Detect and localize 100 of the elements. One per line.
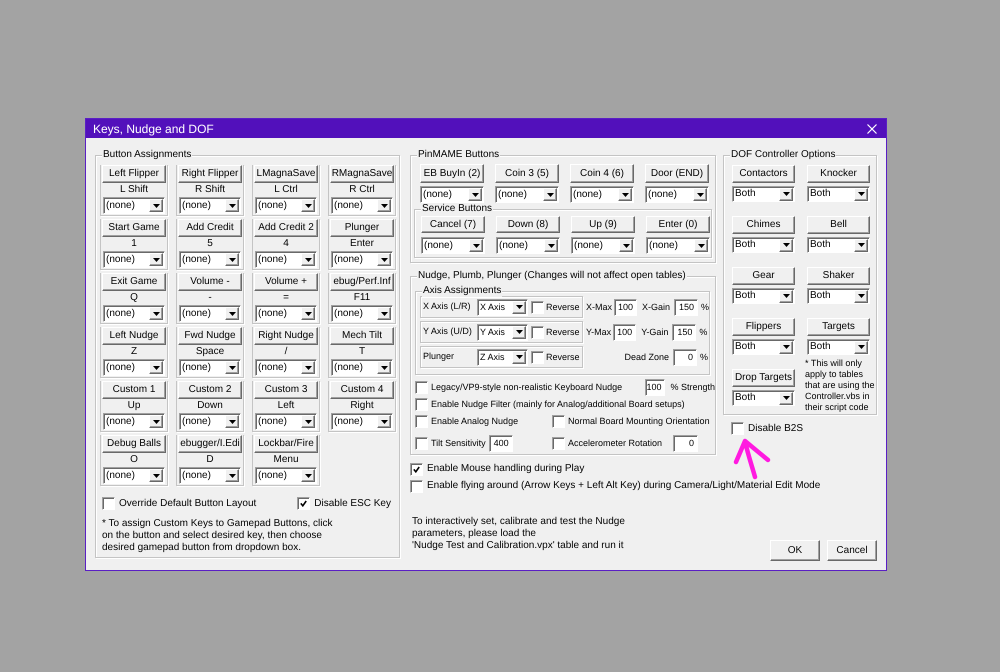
number-field[interactable]: 400 xyxy=(488,435,513,452)
dropdown[interactable]: (none) xyxy=(179,197,241,214)
assignment-button[interactable]: Debug Balls xyxy=(102,435,166,453)
dropdown[interactable]: Both xyxy=(807,186,870,202)
dropdown[interactable]: (none) xyxy=(179,305,241,322)
dropdown[interactable]: (none) xyxy=(179,359,241,376)
number-field[interactable]: 100 xyxy=(645,379,666,396)
checkbox[interactable] xyxy=(552,415,565,428)
dropdown[interactable]: Both xyxy=(732,390,795,406)
pinmame-button[interactable]: Door (END) xyxy=(645,164,709,183)
checkbox[interactable] xyxy=(102,497,115,510)
assignment-button[interactable]: Plunger xyxy=(330,219,394,237)
dropdown[interactable]: (none) xyxy=(420,186,484,203)
dropdown[interactable]: Both xyxy=(732,186,795,202)
dropdown[interactable]: (none) xyxy=(103,359,165,376)
dof-output-button[interactable]: Shaker xyxy=(807,267,870,285)
dof-output-button[interactable]: Drop Targets xyxy=(732,369,795,387)
number-field[interactable]: 0 xyxy=(673,435,698,452)
dof-output-button[interactable]: Contactors xyxy=(732,165,795,183)
assignment-button[interactable]: Mech Tilt xyxy=(330,327,394,345)
dialog-button[interactable]: Cancel xyxy=(827,540,877,561)
dof-output-button[interactable]: Targets xyxy=(807,318,870,336)
dropdown[interactable]: (none) xyxy=(331,413,393,430)
service-button[interactable]: Up (9) xyxy=(571,216,635,233)
service-button[interactable]: Enter (0) xyxy=(646,216,710,233)
dialog-button[interactable]: OK xyxy=(770,540,820,561)
number-field[interactable]: 100 xyxy=(613,324,636,340)
dropdown[interactable]: (none) xyxy=(570,186,634,203)
dropdown[interactable]: (none) xyxy=(495,186,559,203)
checkbox[interactable] xyxy=(531,350,544,364)
dof-output-button[interactable]: Knocker xyxy=(807,165,870,183)
checkbox[interactable] xyxy=(415,398,428,411)
assignment-button[interactable]: Volume + xyxy=(254,273,318,291)
dropdown[interactable]: (none) xyxy=(571,237,635,254)
assignment-button[interactable]: Start Game xyxy=(102,219,166,237)
dropdown[interactable]: (none) xyxy=(255,251,317,268)
number-field[interactable]: 100 xyxy=(614,298,638,316)
dropdown[interactable]: (none) xyxy=(255,359,317,376)
assignment-button[interactable]: Right Flipper xyxy=(178,165,242,183)
dropdown[interactable]: Z Axis xyxy=(477,348,528,366)
checkbox[interactable] xyxy=(297,497,310,510)
number-field[interactable]: 150 xyxy=(672,324,696,340)
dropdown[interactable]: (none) xyxy=(103,197,165,214)
dropdown[interactable]: (none) xyxy=(179,251,241,268)
dropdown[interactable]: Both xyxy=(732,288,795,304)
dropdown[interactable]: (none) xyxy=(179,413,241,430)
dropdown[interactable]: (none) xyxy=(103,413,165,430)
dropdown[interactable]: (none) xyxy=(331,251,393,268)
number-field[interactable]: 150 xyxy=(674,298,698,316)
dropdown[interactable]: (none) xyxy=(646,237,710,254)
assignment-button[interactable]: Custom 3 xyxy=(254,381,318,399)
dropdown[interactable]: (none) xyxy=(103,251,165,268)
close-icon[interactable] xyxy=(867,124,877,134)
checkbox[interactable] xyxy=(410,480,423,492)
assignment-button[interactable]: LMagnaSave xyxy=(254,165,318,183)
dropdown[interactable]: (none) xyxy=(255,197,317,214)
assignment-button[interactable]: Add Credit 2 xyxy=(254,219,318,237)
pinmame-button[interactable]: Coin 4 (6) xyxy=(570,164,634,183)
pinmame-button[interactable]: EB BuyIn (2) xyxy=(420,164,484,183)
assignment-button[interactable]: Custom 2 xyxy=(178,381,242,399)
pinmame-button[interactable]: Coin 3 (5) xyxy=(495,164,559,183)
dropdown[interactable]: (none) xyxy=(496,237,560,254)
dropdown[interactable]: Both xyxy=(732,339,795,355)
dropdown[interactable]: X Axis xyxy=(477,298,528,316)
dof-output-button[interactable]: Chimes xyxy=(732,216,795,234)
dropdown[interactable]: (none) xyxy=(645,186,709,203)
assignment-button[interactable]: Lockbar/Fire xyxy=(254,435,318,453)
dropdown[interactable]: Y Axis xyxy=(477,324,528,340)
checkbox[interactable] xyxy=(415,437,428,450)
assignment-button[interactable]: Fwd Nudge xyxy=(178,327,242,345)
checkbox[interactable] xyxy=(531,300,544,314)
checkbox[interactable] xyxy=(531,326,544,338)
checkbox[interactable] xyxy=(415,415,428,428)
dropdown[interactable]: (none) xyxy=(421,237,485,254)
assignment-button[interactable]: Add Credit xyxy=(178,219,242,237)
dropdown[interactable]: (none) xyxy=(331,305,393,322)
checkbox[interactable] xyxy=(731,422,744,435)
checkbox[interactable] xyxy=(410,462,423,476)
dof-output-button[interactable]: Gear xyxy=(732,267,795,285)
dof-output-button[interactable]: Flippers xyxy=(732,318,795,336)
checkbox[interactable] xyxy=(552,437,565,450)
assignment-button[interactable]: Custom 4 xyxy=(330,381,394,399)
dropdown[interactable]: (none) xyxy=(103,305,165,322)
assignment-button[interactable]: Right Nudge xyxy=(254,327,318,345)
number-field[interactable]: 0 xyxy=(672,348,697,366)
dropdown[interactable]: Both xyxy=(732,237,795,253)
dropdown[interactable]: (none) xyxy=(103,467,165,484)
assignment-button[interactable]: ebugger/I.Edi xyxy=(178,435,242,453)
checkbox[interactable] xyxy=(415,381,428,394)
service-button[interactable]: Down (8) xyxy=(496,216,560,233)
assignment-button[interactable]: Left Nudge xyxy=(102,327,166,345)
service-button[interactable]: Cancel (7) xyxy=(421,216,485,233)
dof-output-button[interactable]: Bell xyxy=(807,216,870,234)
dropdown[interactable]: (none) xyxy=(255,413,317,430)
dropdown[interactable]: Both xyxy=(807,288,870,304)
dropdown[interactable]: (none) xyxy=(331,197,393,214)
assignment-button[interactable]: Exit Game xyxy=(102,273,166,291)
dropdown[interactable]: (none) xyxy=(179,467,241,484)
dropdown[interactable]: Both xyxy=(807,339,870,355)
assignment-button[interactable]: Custom 1 xyxy=(102,381,166,399)
